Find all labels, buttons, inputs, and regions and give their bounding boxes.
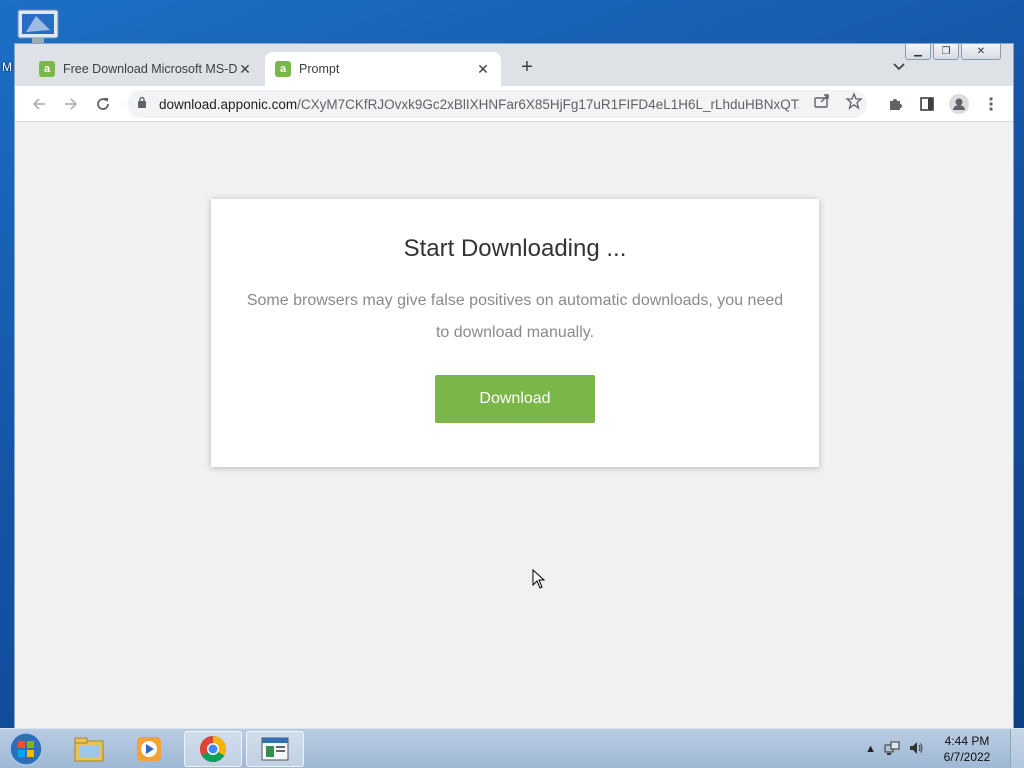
- system-tray: ▲ 4:44 PM 6/7/2022: [865, 729, 1024, 768]
- back-arrow-icon[interactable]: [27, 92, 51, 116]
- desktop-icon-label: M: [2, 60, 12, 74]
- tab-title: Free Download Microsoft MS-DOS: [63, 62, 237, 76]
- profile-avatar-icon[interactable]: [947, 92, 971, 116]
- browser-toolbar: download.apponic.com/CXyM7CKfRJOvxk9Gc2x…: [15, 86, 1013, 122]
- title-bar: a Free Download Microsoft MS-DOS ✕ a Pro…: [15, 44, 1013, 86]
- close-window-button[interactable]: ✕: [961, 44, 1001, 60]
- taskbar-clock[interactable]: 4:44 PM 6/7/2022: [932, 733, 1002, 765]
- browser-window: a Free Download Microsoft MS-DOS ✕ a Pro…: [14, 43, 1014, 728]
- lock-icon[interactable]: [137, 95, 147, 113]
- window-controls: ▁ ❐ ✕: [905, 44, 1001, 60]
- page-content: Start Downloading ... Some browsers may …: [15, 122, 1013, 728]
- computer-desktop-icon[interactable]: [14, 8, 62, 48]
- page-title: Start Downloading ...: [403, 235, 627, 262]
- start-button[interactable]: [6, 730, 46, 768]
- address-bar[interactable]: download.apponic.com/CXyM7CKfRJOvxk9Gc2x…: [127, 90, 867, 118]
- new-tab-button[interactable]: +: [515, 56, 539, 79]
- url-text: download.apponic.com/CXyM7CKfRJOvxk9Gc2x…: [159, 96, 799, 112]
- download-message: Some browsers may give false positives o…: [246, 292, 784, 341]
- mouse-cursor-icon: [532, 568, 546, 594]
- volume-icon[interactable]: [908, 740, 924, 759]
- download-button[interactable]: Download: [435, 375, 595, 423]
- network-icon[interactable]: [884, 740, 900, 759]
- tab-search-chevron-icon[interactable]: [893, 60, 905, 74]
- tab-close-icon[interactable]: ✕: [475, 61, 491, 78]
- minimize-button[interactable]: ▁: [905, 44, 931, 60]
- tab-free-download[interactable]: a Free Download Microsoft MS-DOS ✕: [29, 52, 263, 86]
- more-menu-icon[interactable]: [979, 92, 1003, 116]
- extensions-puzzle-icon[interactable]: [883, 92, 907, 116]
- side-panel-icon[interactable]: [915, 92, 939, 116]
- reload-icon[interactable]: [91, 92, 115, 116]
- chrome-taskbar-icon[interactable]: [184, 731, 242, 767]
- tab-prompt[interactable]: a Prompt ✕: [265, 52, 501, 86]
- apponic-favicon-icon: a: [39, 61, 55, 77]
- show-hidden-icons-icon[interactable]: ▲: [865, 743, 876, 755]
- forward-arrow-icon[interactable]: [59, 92, 83, 116]
- media-player-icon[interactable]: [120, 731, 178, 767]
- window-app-icon[interactable]: [246, 731, 304, 767]
- show-desktop-button[interactable]: [1010, 729, 1024, 768]
- share-icon[interactable]: [813, 92, 831, 115]
- bookmark-star-icon[interactable]: [845, 92, 863, 115]
- maximize-button[interactable]: ❐: [933, 44, 959, 60]
- clock-time: 4:44 PM: [944, 734, 990, 748]
- tab-title: Prompt: [299, 62, 340, 76]
- download-prompt-card: Start Downloading ... Some browsers may …: [211, 199, 819, 467]
- apponic-favicon-icon: a: [275, 61, 291, 77]
- tab-close-icon[interactable]: ✕: [237, 61, 253, 78]
- clock-date: 6/7/2022: [943, 750, 991, 764]
- taskbar: ▲ 4:44 PM 6/7/2022: [0, 728, 1024, 768]
- file-explorer-icon[interactable]: [60, 731, 118, 767]
